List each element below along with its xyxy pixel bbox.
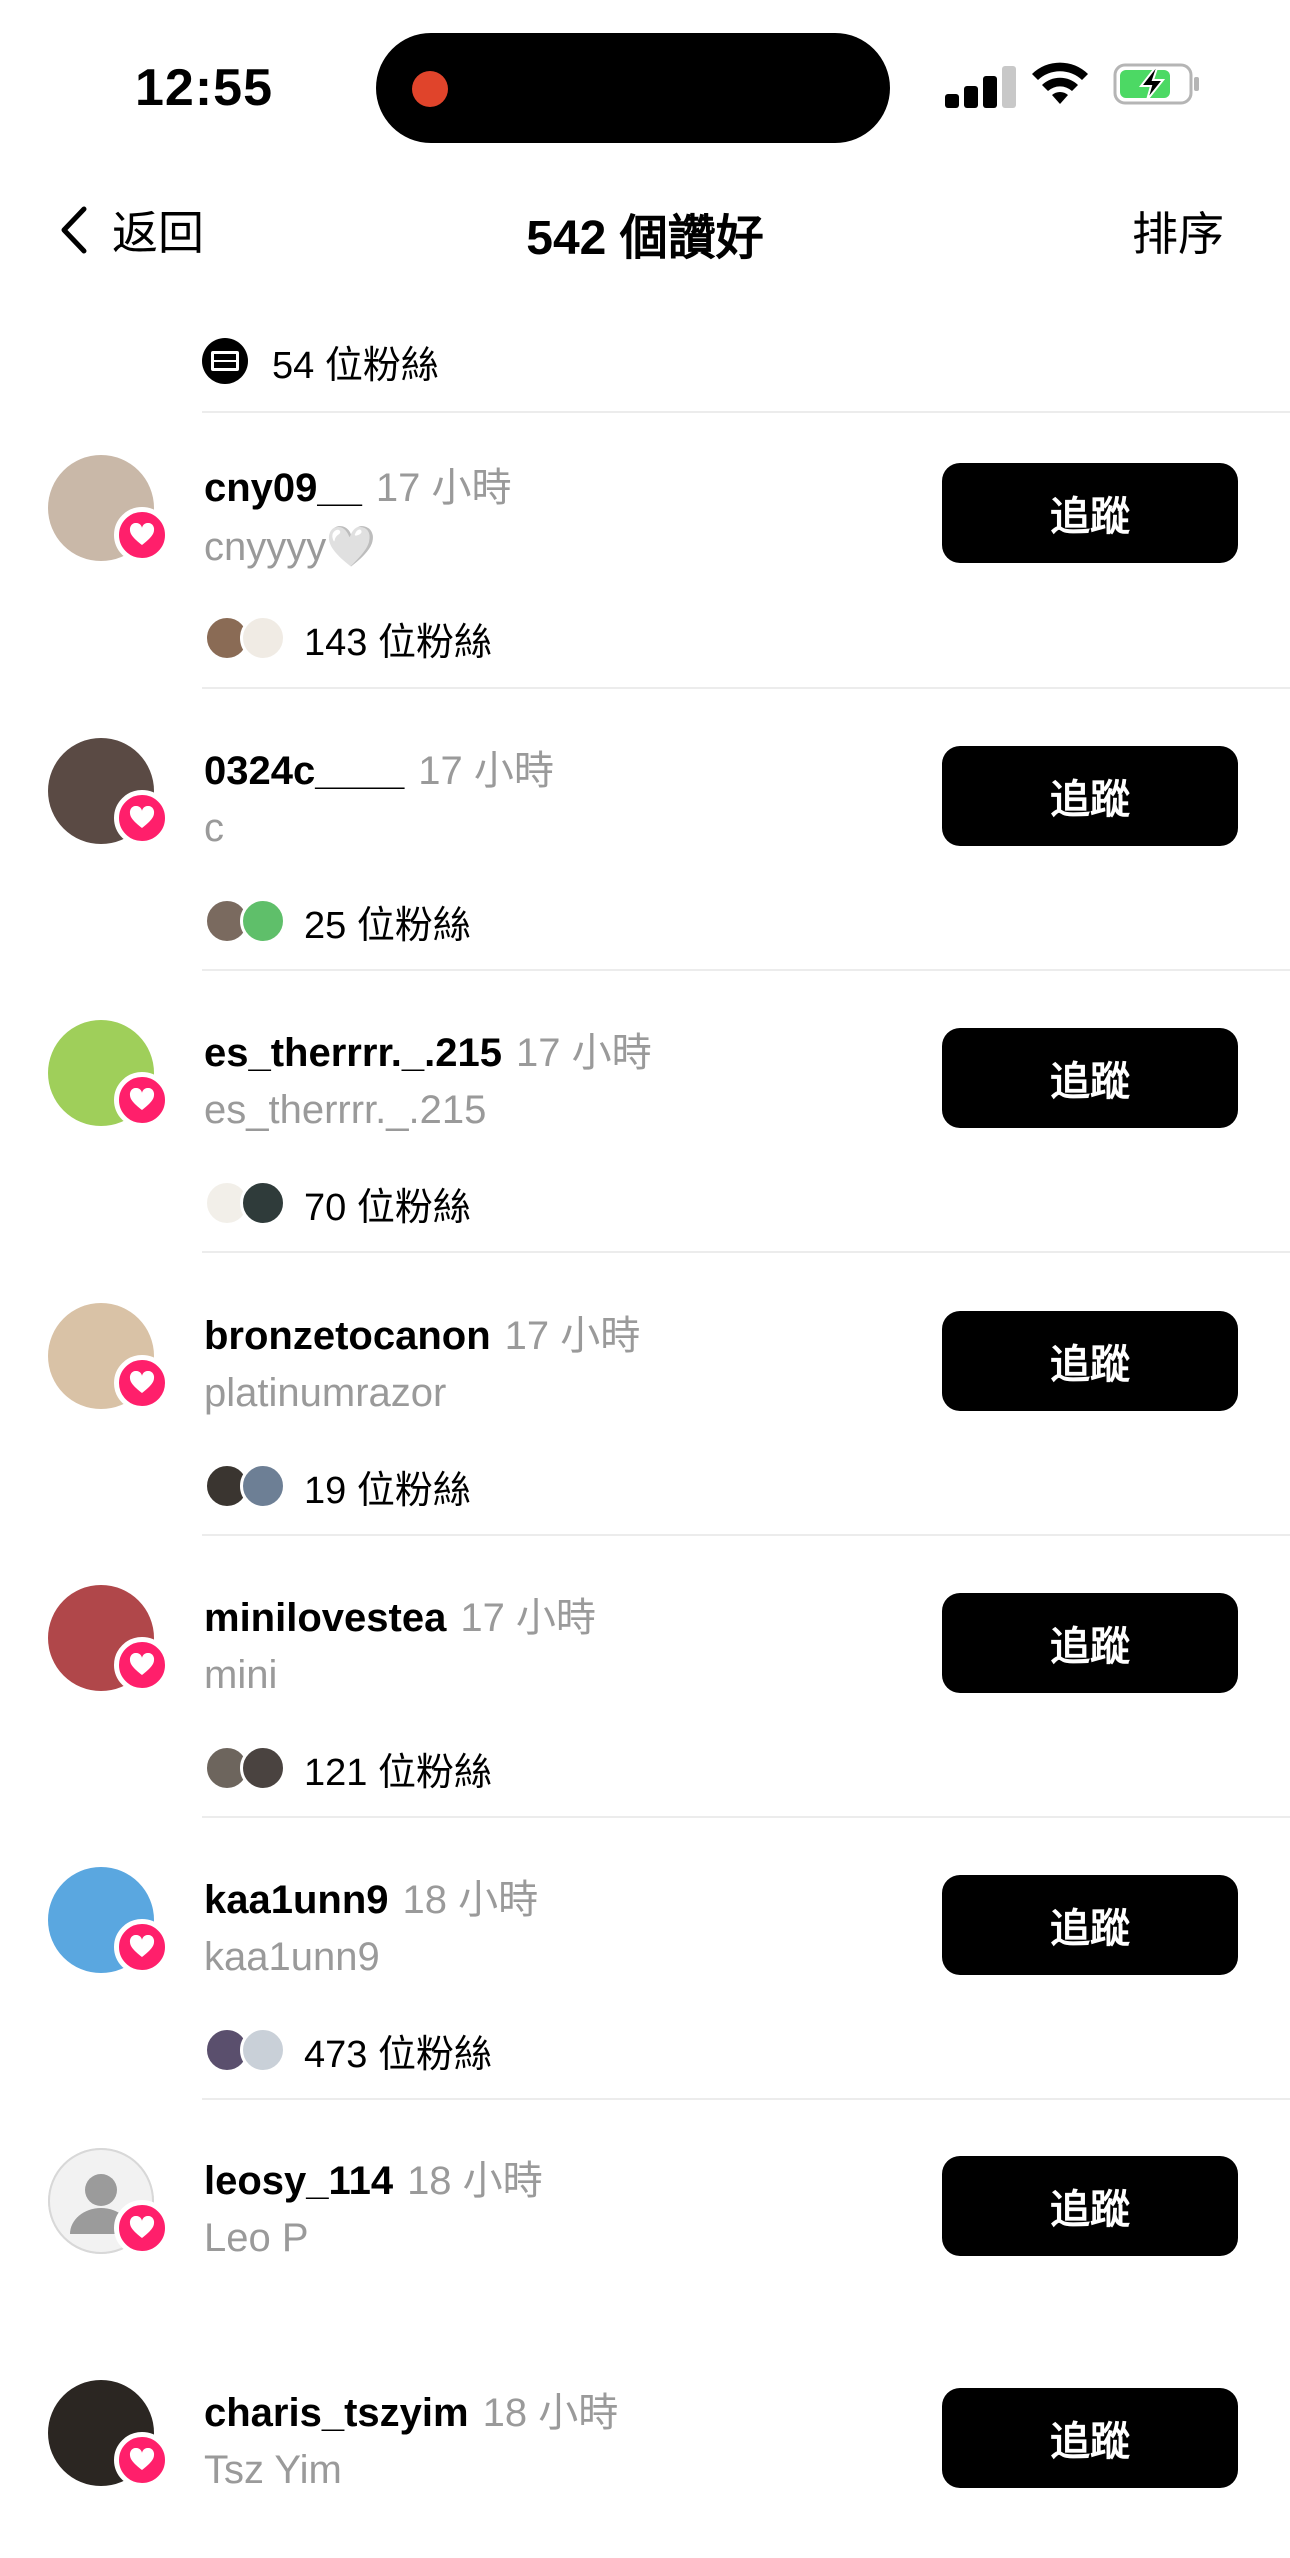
follow-button[interactable]: 追蹤 xyxy=(942,746,1238,846)
follow-button[interactable]: 追蹤 xyxy=(942,2388,1238,2488)
follower-count: 70 位粉絲 xyxy=(304,1186,471,1229)
recording-dot-icon xyxy=(412,71,448,107)
name-line: charis_tszyim 18 小時 xyxy=(204,2380,618,2438)
follower-count: 19 位粉絲 xyxy=(304,1469,471,1512)
divider xyxy=(202,1816,1290,1818)
mutual-avatar xyxy=(240,1745,286,1791)
display-name: kaa1unn9 xyxy=(204,1935,380,1979)
timestamp: 17 小時 xyxy=(418,749,554,793)
divider xyxy=(202,1534,1290,1536)
display-name: Leo P xyxy=(204,2216,309,2260)
status-bar: 12:55 xyxy=(0,0,1290,170)
mutual-avatar xyxy=(240,2027,286,2073)
cellular-signal-icon xyxy=(945,62,1016,108)
status-time: 12:55 xyxy=(135,59,273,117)
display-name: c xyxy=(204,806,224,850)
username[interactable]: kaa1unn9 xyxy=(204,1878,389,1922)
divider xyxy=(202,2098,1290,2100)
mutual-avatar xyxy=(240,615,286,661)
mutual-followers[interactable]: 25 位粉絲 xyxy=(204,896,471,947)
timestamp: 17 小時 xyxy=(504,1314,641,1358)
dynamic-island xyxy=(376,33,890,143)
name-line: 0324c____ 17 小時 xyxy=(204,738,554,796)
mutual-followers[interactable]: 70 位粉絲 xyxy=(204,1178,471,1229)
display-name: es_therrrr._.215 xyxy=(204,1088,487,1132)
display-name: platinumrazor xyxy=(204,1371,447,1415)
heart-icon xyxy=(114,1637,170,1693)
follower-count: 25 位粉絲 xyxy=(304,904,471,947)
timestamp: 17 小時 xyxy=(516,1031,652,1075)
mutual-followers[interactable]: 143 位粉絲 xyxy=(204,613,492,664)
mutual-followers[interactable]: 19 位粉絲 xyxy=(204,1461,471,1512)
username[interactable]: minilovestea xyxy=(204,1596,446,1640)
mutual-avatar xyxy=(240,1463,286,1509)
page-title: 542 個讚好 xyxy=(526,212,764,265)
sort-button[interactable]: 排序 xyxy=(1132,198,1224,264)
heart-icon xyxy=(114,1072,170,1128)
battery-charging-icon xyxy=(1113,63,1199,105)
display-name: Tsz Yim xyxy=(204,2448,342,2492)
name-line: minilovestea 17 小時 xyxy=(204,1585,596,1643)
follow-button[interactable]: 追蹤 xyxy=(942,1311,1238,1411)
mutual-followers[interactable]: 54 位粉絲 xyxy=(202,336,439,387)
divider xyxy=(202,1251,1290,1253)
timestamp: 18 小時 xyxy=(407,2159,543,2203)
follower-count: 143 位粉絲 xyxy=(304,621,492,664)
display-name: cnyyyy🤍 xyxy=(204,525,377,569)
display-name: mini xyxy=(204,1653,278,1697)
timestamp: 17 小時 xyxy=(460,1596,596,1640)
timestamp: 17 小時 xyxy=(375,466,512,510)
heart-icon xyxy=(114,1355,170,1411)
name-line: cny09__ 17 小時 xyxy=(204,455,512,513)
mutual-avatar xyxy=(240,898,286,944)
heart-icon xyxy=(114,507,170,563)
follow-button[interactable]: 追蹤 xyxy=(942,1593,1238,1693)
follow-button[interactable]: 追蹤 xyxy=(942,463,1238,563)
divider xyxy=(202,411,1290,413)
username[interactable]: es_therrrr._.215 xyxy=(204,1031,502,1075)
follow-button[interactable]: 追蹤 xyxy=(942,1028,1238,1128)
nav-header: 返回 542 個讚好 排序 xyxy=(0,170,1290,290)
wifi-icon xyxy=(1032,62,1088,104)
divider xyxy=(202,969,1290,971)
follower-count: 121 位粉絲 xyxy=(304,1751,492,1794)
follower-count: 473 位粉絲 xyxy=(304,2033,492,2076)
name-line: kaa1unn9 18 小時 xyxy=(204,1867,538,1925)
mutual-followers[interactable]: 473 位粉絲 xyxy=(204,2025,492,2076)
mutual-avatar xyxy=(240,1180,286,1226)
username[interactable]: 0324c____ xyxy=(204,749,404,793)
mutual-followers[interactable]: 121 位粉絲 xyxy=(204,1743,492,1794)
heart-icon xyxy=(114,2200,170,2256)
name-line: leosy_114 18 小時 xyxy=(204,2148,543,2206)
timestamp: 18 小時 xyxy=(482,2391,619,2435)
username[interactable]: bronzetocanon xyxy=(204,1314,491,1358)
divider xyxy=(202,687,1290,689)
username[interactable]: leosy_114 xyxy=(204,2159,393,2203)
timestamp: 18 小時 xyxy=(402,1878,539,1922)
heart-icon xyxy=(114,1919,170,1975)
follow-button[interactable]: 追蹤 xyxy=(942,1875,1238,1975)
brand-logo-icon xyxy=(202,338,248,384)
follower-count: 54 位粉絲 xyxy=(272,344,439,387)
follow-button[interactable]: 追蹤 xyxy=(942,2156,1238,2256)
name-line: bronzetocanon 17 小時 xyxy=(204,1303,640,1361)
username[interactable]: cny09__ xyxy=(204,466,362,510)
username[interactable]: charis_tszyim xyxy=(204,2391,469,2435)
heart-icon xyxy=(114,790,170,846)
name-line: es_therrrr._.215 17 小時 xyxy=(204,1020,652,1078)
heart-icon xyxy=(114,2432,170,2488)
